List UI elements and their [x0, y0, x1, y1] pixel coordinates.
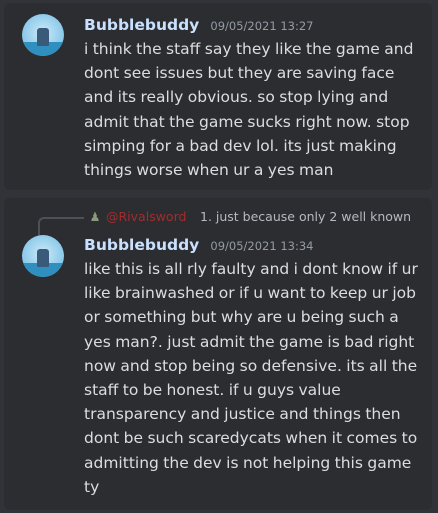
message-line: transparency and justice and things then: [84, 405, 401, 424]
avatar-figure: [37, 249, 49, 267]
avatar[interactable]: [22, 14, 64, 56]
message-line: admitting the dev is not helping this ga…: [84, 453, 412, 472]
reply-connector-icon: [38, 217, 84, 235]
message-1[interactable]: Bubblebuddy 09/05/2021 13:27 i think the…: [4, 3, 432, 190]
message-line: dont be such scaredycats when it comes t…: [84, 429, 418, 448]
message-line: dont see issues but they are saving face: [84, 64, 395, 83]
message-line: or something but why are u being such a: [84, 308, 399, 327]
message-content: like this is all rly faulty and i dont k…: [84, 257, 424, 499]
username[interactable]: Bubblebuddy: [84, 236, 199, 254]
message-2[interactable]: ♟ @Rivalsword 1. just because only 2 wel…: [4, 198, 432, 510]
message-line: ty: [84, 477, 100, 496]
reply-author[interactable]: @Rivalsword: [106, 209, 186, 224]
message-line: admit that the game sucks right now. sto…: [84, 112, 410, 131]
message-line: staff to be honest. if u guys value: [84, 381, 341, 400]
message-content: i think the staff say they like the game…: [84, 37, 424, 182]
timestamp[interactable]: 09/05/2021 13:34: [210, 239, 313, 253]
message-line: yes man?. just admit the game is bad rig…: [84, 332, 415, 351]
message-header: Bubblebuddy 09/05/2021 13:27: [84, 15, 313, 34]
message-line: things worse when ur a yes man: [84, 161, 334, 180]
message-line: and its really obvious. so stop lying an…: [84, 88, 389, 107]
message-line: i think the staff say they like the game…: [84, 40, 414, 58]
reply-preview[interactable]: ♟ @Rivalsword 1. just because only 2 wel…: [38, 205, 428, 235]
reply-avatar-icon: ♟: [89, 210, 101, 224]
message-line: simping for a bad dev lol. its just maki…: [84, 136, 397, 155]
avatar[interactable]: [22, 235, 64, 277]
message-header: Bubblebuddy 09/05/2021 13:34: [84, 235, 313, 254]
username[interactable]: Bubblebuddy: [84, 16, 199, 34]
message-line: now and stop being so defensive. its all…: [84, 356, 418, 375]
reply-text[interactable]: 1. just because only 2 well known: [200, 209, 411, 224]
timestamp[interactable]: 09/05/2021 13:27: [210, 19, 313, 33]
message-line: like brainwashed or if u want to keep ur…: [84, 284, 416, 303]
avatar-figure: [37, 28, 49, 46]
message-line: like this is all rly faulty and i dont k…: [84, 260, 418, 278]
